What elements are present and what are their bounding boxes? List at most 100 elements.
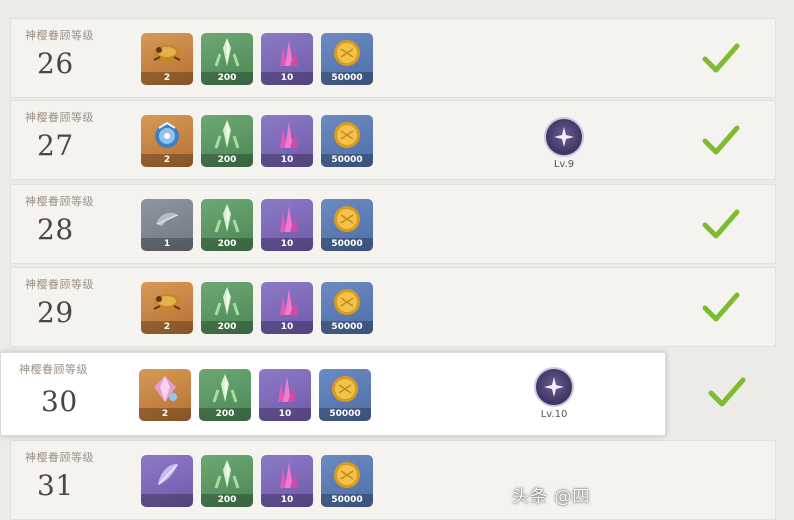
reward-item-quantity: 200 xyxy=(201,494,253,507)
reward-item[interactable]: 2 xyxy=(141,115,193,167)
reward-item-quantity: 50000 xyxy=(321,154,373,167)
reward-item-quantity xyxy=(141,494,193,507)
pink-crystal-icon xyxy=(148,373,182,409)
purple-crystal-icon xyxy=(270,202,304,240)
green-shard-icon xyxy=(210,36,244,74)
reward-item[interactable]: 50000 xyxy=(321,199,373,251)
favor-level-label: 神樱眷顾等级 xyxy=(25,111,94,124)
reward-item-quantity: 10 xyxy=(261,154,313,167)
talent-level-label: Lv.10 xyxy=(540,409,568,420)
reward-item[interactable]: 200 xyxy=(201,282,253,334)
favor-level-label: 神樱眷顾等级 xyxy=(25,451,94,464)
golden-beetle-icon xyxy=(150,38,184,72)
green-shard-icon xyxy=(208,372,242,410)
mora-coin-icon xyxy=(331,286,363,322)
green-shard-icon xyxy=(210,118,244,156)
reward-item[interactable]: 2 xyxy=(141,282,193,334)
reward-row-level-27: 神樱眷顾等级 27 2 200 10 50000 Lv.9 xyxy=(10,100,776,180)
gray-feather-icon xyxy=(150,206,184,236)
mora-coin-icon xyxy=(331,119,363,155)
favor-level-label: 神樱眷顾等级 xyxy=(25,29,94,42)
reward-item[interactable]: 10 xyxy=(259,369,311,421)
favor-level-label: 神樱眷顾等级 xyxy=(19,363,88,376)
purple-feather-icon xyxy=(150,459,184,495)
favor-level-number: 28 xyxy=(37,213,74,246)
claimed-checkmark-icon xyxy=(701,41,741,77)
reward-item-quantity: 1 xyxy=(141,238,193,251)
purple-crystal-icon xyxy=(270,118,304,156)
purple-crystal-icon xyxy=(270,285,304,323)
reward-item[interactable]: 50000 xyxy=(321,33,373,85)
reward-item-quantity: 10 xyxy=(261,238,313,251)
reward-item[interactable]: 200 xyxy=(201,33,253,85)
talent-reward[interactable]: Lv.10 xyxy=(529,367,579,420)
reward-item-quantity: 200 xyxy=(201,72,253,85)
mora-coin-icon xyxy=(329,373,361,409)
blue-crown-icon xyxy=(150,119,184,155)
reward-item-quantity: 2 xyxy=(141,321,193,334)
claimed-checkmark-icon xyxy=(701,290,741,326)
reward-item[interactable]: 200 xyxy=(201,455,253,507)
claimed-checkmark-icon xyxy=(701,123,741,159)
reward-row-level-28: 神樱眷顾等级 28 1 200 10 50000 xyxy=(10,184,776,264)
talent-level-label: Lv.9 xyxy=(553,159,575,170)
reward-item-quantity: 10 xyxy=(259,408,311,421)
reward-item[interactable]: 10 xyxy=(261,115,313,167)
favor-level-number: 26 xyxy=(37,47,74,80)
green-shard-icon xyxy=(210,202,244,240)
reward-item[interactable]: 200 xyxy=(199,369,251,421)
wind-talent-icon xyxy=(544,117,584,157)
favor-level-number: 30 xyxy=(41,385,78,418)
reward-item[interactable]: 10 xyxy=(261,199,313,251)
reward-item-quantity: 50000 xyxy=(321,238,373,251)
claimed-checkmark-icon xyxy=(707,375,747,411)
reward-item[interactable]: 50000 xyxy=(319,369,371,421)
reward-item-quantity: 50000 xyxy=(321,494,373,507)
reward-row-level-29: 神樱眷顾等级 29 2 200 10 50000 xyxy=(10,267,776,347)
reward-item[interactable]: 200 xyxy=(201,115,253,167)
wind-talent-icon xyxy=(534,367,574,407)
reward-item-quantity: 200 xyxy=(199,408,251,421)
reward-item-quantity: 200 xyxy=(201,238,253,251)
reward-items: 2 200 10 50000 xyxy=(139,369,371,421)
watermark: 头条 @四 xyxy=(512,487,591,507)
reward-items: 2 200 10 50000 xyxy=(141,282,373,334)
reward-item[interactable]: 10 xyxy=(261,33,313,85)
reward-item[interactable]: 1 xyxy=(141,199,193,251)
reward-items: 2 200 10 50000 xyxy=(141,33,373,85)
favor-level-number: 29 xyxy=(37,296,74,329)
favor-level-label: 神樱眷顾等级 xyxy=(25,195,94,208)
reward-item-quantity: 2 xyxy=(139,408,191,421)
green-shard-icon xyxy=(210,458,244,496)
reward-item-quantity: 50000 xyxy=(319,408,371,421)
reward-row-level-30: 神樱眷顾等级 30 2 200 10 50000 Lv.10 xyxy=(0,352,746,436)
favor-level-number: 31 xyxy=(37,469,74,502)
reward-item[interactable]: 50000 xyxy=(321,282,373,334)
reward-item[interactable]: 200 xyxy=(201,199,253,251)
favor-level-rewards-list: 神樱眷顾等级 26 2 200 10 50000 神樱眷顾等级 27 2 200 10 50000 Lv… xyxy=(0,0,794,520)
purple-crystal-icon xyxy=(268,372,302,410)
reward-row-level-31: 神樱眷顾等级 31 200 10 50000 xyxy=(10,440,776,520)
reward-item[interactable]: 10 xyxy=(261,282,313,334)
mora-coin-icon xyxy=(331,459,363,495)
favor-level-number: 27 xyxy=(37,129,74,162)
reward-item[interactable] xyxy=(141,455,193,507)
reward-item-quantity: 200 xyxy=(201,321,253,334)
reward-item[interactable]: 2 xyxy=(139,369,191,421)
purple-crystal-icon xyxy=(270,458,304,496)
reward-item[interactable]: 50000 xyxy=(321,115,373,167)
reward-item[interactable]: 50000 xyxy=(321,455,373,507)
reward-item-quantity: 50000 xyxy=(321,72,373,85)
reward-item-quantity: 2 xyxy=(141,72,193,85)
reward-item-quantity: 50000 xyxy=(321,321,373,334)
reward-item[interactable]: 10 xyxy=(261,455,313,507)
claimed-checkmark-icon xyxy=(701,207,741,243)
reward-items: 1 200 10 50000 xyxy=(141,199,373,251)
purple-crystal-icon xyxy=(270,36,304,74)
talent-reward[interactable]: Lv.9 xyxy=(539,117,589,170)
mora-coin-icon xyxy=(331,203,363,239)
green-shard-icon xyxy=(210,285,244,323)
reward-item[interactable]: 2 xyxy=(141,33,193,85)
reward-items: 200 10 50000 xyxy=(141,455,373,507)
reward-item-quantity: 10 xyxy=(261,494,313,507)
